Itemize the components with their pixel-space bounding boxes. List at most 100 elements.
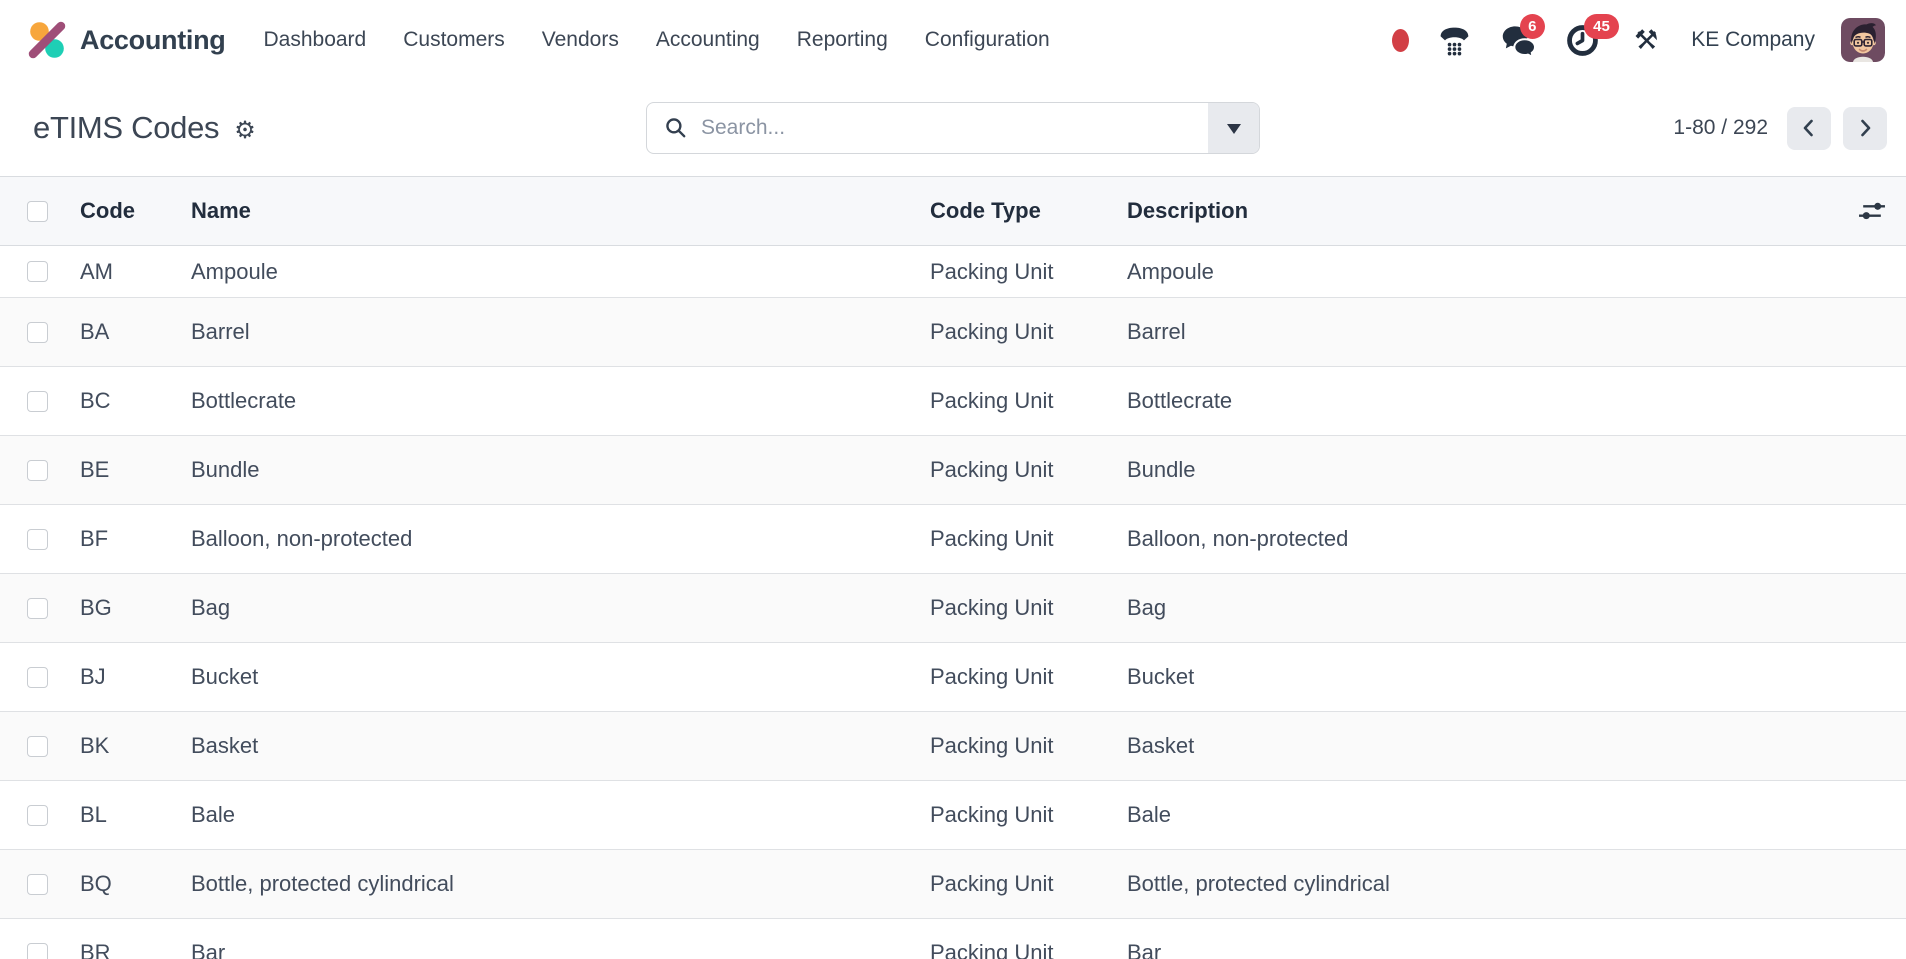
row-checkbox[interactable]: [27, 598, 48, 619]
cell-code-type: Packing Unit: [930, 871, 1127, 897]
cell-code-type: Packing Unit: [930, 457, 1127, 483]
table-row[interactable]: BR Bar Packing Unit Bar: [0, 919, 1906, 959]
row-checkbox[interactable]: [27, 667, 48, 688]
column-header-name[interactable]: Name: [191, 198, 930, 224]
chevron-left-icon: [1797, 116, 1821, 140]
cell-code-type: Packing Unit: [930, 526, 1127, 552]
cell-name: Barrel: [191, 319, 930, 345]
table-row[interactable]: BA Barrel Packing Unit Barrel: [0, 298, 1906, 367]
table-row[interactable]: BF Balloon, non-protected Packing Unit B…: [0, 505, 1906, 574]
cell-description: Balloon, non-protected: [1127, 526, 1842, 552]
caret-down-icon: [1227, 124, 1241, 141]
main-menu: Dashboard Customers Vendors Accounting R…: [264, 28, 1050, 52]
table-row[interactable]: BL Bale Packing Unit Bale: [0, 781, 1906, 850]
cell-code: BQ: [80, 871, 191, 897]
row-checkbox[interactable]: [27, 261, 48, 282]
cell-code-type: Packing Unit: [930, 595, 1127, 621]
row-checkbox[interactable]: [27, 874, 48, 895]
top-navbar: Accounting Dashboard Customers Vendors A…: [0, 0, 1906, 80]
column-header-description[interactable]: Description: [1127, 198, 1842, 224]
cell-code: BR: [80, 940, 191, 959]
search-icon: [664, 116, 689, 141]
cell-code-type: Packing Unit: [930, 319, 1127, 345]
cell-code: BE: [80, 457, 191, 483]
company-name[interactable]: KE Company: [1691, 28, 1815, 52]
app-switcher[interactable]: Accounting: [27, 20, 226, 60]
voip-phone-icon[interactable]: [1435, 21, 1473, 59]
table-row[interactable]: BG Bag Packing Unit Bag: [0, 574, 1906, 643]
cell-name: Bag: [191, 595, 930, 621]
cell-code-type: Packing Unit: [930, 259, 1127, 285]
table-row[interactable]: BC Bottlecrate Packing Unit Bottlecrate: [0, 367, 1906, 436]
row-checkbox[interactable]: [27, 322, 48, 343]
pager-value: 1-80 / 292: [1673, 116, 1768, 140]
optional-columns-sliders-icon[interactable]: [1858, 200, 1906, 223]
cell-description: Bar: [1127, 940, 1842, 959]
cell-code: AM: [80, 259, 191, 285]
cell-description: Bottlecrate: [1127, 388, 1842, 414]
pager: 1-80 / 292: [1673, 107, 1887, 150]
nav-item-customers[interactable]: Customers: [403, 28, 505, 52]
pager-previous-button[interactable]: [1787, 107, 1831, 150]
row-checkbox[interactable]: [27, 943, 48, 959]
table-row[interactable]: BK Basket Packing Unit Basket: [0, 712, 1906, 781]
gear-icon[interactable]: ⚙: [234, 112, 256, 145]
cell-code-type: Packing Unit: [930, 940, 1127, 959]
search-dropdown-toggle[interactable]: [1208, 103, 1259, 153]
chevron-right-icon: [1853, 116, 1877, 140]
select-all-checkbox[interactable]: [27, 201, 48, 222]
cell-name: Bucket: [191, 664, 930, 690]
nav-item-accounting[interactable]: Accounting: [656, 28, 760, 52]
app-name: Accounting: [80, 25, 226, 56]
cell-description: Basket: [1127, 733, 1842, 759]
table-row[interactable]: AM Ampoule Packing Unit Ampoule: [0, 246, 1906, 298]
cell-description: Bundle: [1127, 457, 1842, 483]
cell-code: BC: [80, 388, 191, 414]
cell-description: Bale: [1127, 802, 1842, 828]
table-row[interactable]: BJ Bucket Packing Unit Bucket: [0, 643, 1906, 712]
etims-codes-table: Code Name Code Type Description AM Ampou…: [0, 176, 1906, 959]
activities-clock-icon[interactable]: 45: [1563, 21, 1601, 59]
tools-icon[interactable]: ⚒: [1627, 21, 1665, 59]
cell-code-type: Packing Unit: [930, 802, 1127, 828]
cell-name: Bar: [191, 940, 930, 959]
system-tray: 6 45 ⚒ KE Company: [1392, 18, 1885, 62]
nav-item-dashboard[interactable]: Dashboard: [264, 28, 367, 52]
cell-description: Bottle, protected cylindrical: [1127, 871, 1842, 897]
cell-code: BK: [80, 733, 191, 759]
row-checkbox[interactable]: [27, 805, 48, 826]
control-panel: eTIMS Codes ⚙ 1-80 / 292: [0, 80, 1906, 176]
messages-icon[interactable]: 6: [1499, 21, 1537, 59]
cell-code: BA: [80, 319, 191, 345]
table-header-row: Code Name Code Type Description: [0, 176, 1906, 246]
row-checkbox[interactable]: [27, 736, 48, 757]
breadcrumb: eTIMS Codes ⚙: [33, 110, 256, 146]
user-avatar[interactable]: [1841, 18, 1885, 62]
cell-name: Bottle, protected cylindrical: [191, 871, 930, 897]
cell-name: Basket: [191, 733, 930, 759]
cell-description: Ampoule: [1127, 259, 1842, 285]
cell-code: BF: [80, 526, 191, 552]
table-row[interactable]: BQ Bottle, protected cylindrical Packing…: [0, 850, 1906, 919]
nav-item-reporting[interactable]: Reporting: [797, 28, 888, 52]
cell-code: BG: [80, 595, 191, 621]
row-checkbox[interactable]: [27, 391, 48, 412]
accounting-app-logo-icon: [27, 20, 67, 60]
activities-count-badge: 45: [1584, 14, 1619, 39]
column-header-code-type[interactable]: Code Type: [930, 198, 1127, 224]
search-input[interactable]: [701, 116, 1208, 140]
nav-item-vendors[interactable]: Vendors: [542, 28, 619, 52]
column-header-code[interactable]: Code: [80, 198, 191, 224]
status-dot-icon: [1392, 29, 1409, 52]
pager-next-button[interactable]: [1843, 107, 1887, 150]
row-checkbox[interactable]: [27, 460, 48, 481]
page-title: eTIMS Codes: [33, 110, 219, 146]
table-row[interactable]: BE Bundle Packing Unit Bundle: [0, 436, 1906, 505]
cell-code-type: Packing Unit: [930, 733, 1127, 759]
cell-code: BJ: [80, 664, 191, 690]
cell-description: Bag: [1127, 595, 1842, 621]
search-bar: [646, 102, 1260, 154]
cell-code-type: Packing Unit: [930, 664, 1127, 690]
nav-item-configuration[interactable]: Configuration: [925, 28, 1050, 52]
row-checkbox[interactable]: [27, 529, 48, 550]
